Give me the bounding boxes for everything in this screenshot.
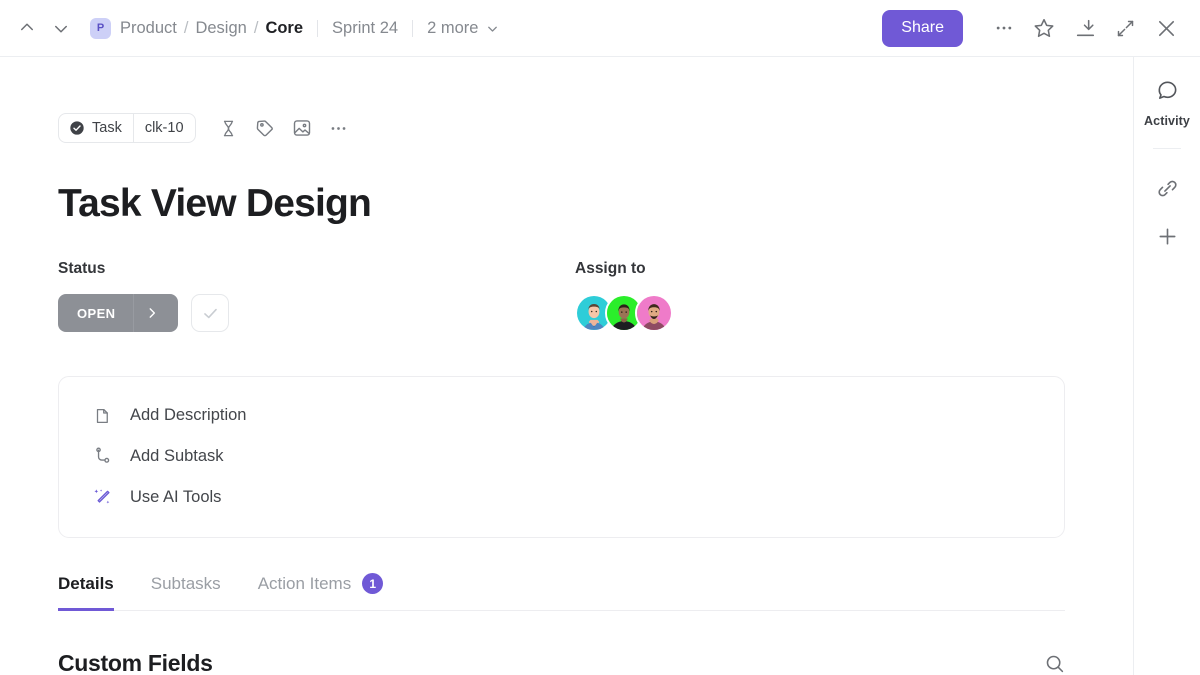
add-description-button[interactable]: Add Description	[92, 402, 1064, 429]
status-badge[interactable]: OPEN	[58, 294, 178, 332]
task-meta-row: Task clk-10	[58, 113, 1065, 143]
collapse-icon[interactable]	[1109, 12, 1142, 45]
check-circle-icon	[70, 121, 84, 135]
task-fields-row: Status OPEN Assign to	[58, 260, 1065, 332]
tab-action-items[interactable]: Action Items 1	[258, 573, 384, 611]
window-header: P Product / Design / Core Sprint 24 2 mo…	[0, 0, 1200, 57]
divider	[412, 19, 414, 37]
chevron-down-icon	[488, 26, 498, 32]
ai-wand-icon	[92, 488, 112, 507]
page-title[interactable]: Task View Design	[58, 182, 1065, 226]
sprint-label[interactable]: Sprint 24	[332, 19, 398, 38]
avatar[interactable]	[635, 294, 673, 332]
breadcrumb-separator: /	[183, 18, 189, 37]
more-options-icon[interactable]	[329, 119, 348, 138]
link-icon[interactable]	[1156, 171, 1179, 205]
plus-icon[interactable]	[1156, 219, 1179, 253]
add-subtask-label: Add Subtask	[130, 447, 224, 465]
breadcrumb-more-label: 2 more	[427, 18, 479, 37]
breadcrumb-separator: /	[253, 18, 259, 37]
task-detail-pane: Task clk-10 Task View Design Status OPEN…	[0, 57, 1133, 675]
hourglass-icon[interactable]	[219, 119, 238, 138]
document-icon	[92, 407, 112, 425]
subtask-icon	[92, 447, 112, 466]
tab-subtasks[interactable]: Subtasks	[151, 574, 221, 611]
record-navigation	[18, 19, 70, 37]
mark-complete-button[interactable]	[191, 294, 229, 332]
project-avatar[interactable]: P	[90, 17, 111, 39]
breadcrumb: P Product / Design / Core Sprint 24 2 mo…	[90, 17, 500, 39]
tab-subtasks-label: Subtasks	[150, 574, 221, 593]
tab-details[interactable]: Details	[58, 574, 114, 611]
task-id-label[interactable]: clk-10	[132, 114, 195, 142]
add-subtask-button[interactable]: Add Subtask	[92, 443, 1064, 470]
tab-details-label: Details	[58, 574, 114, 593]
window-body: Task clk-10 Task View Design Status OPEN…	[0, 57, 1200, 675]
status-controls: OPEN	[58, 294, 575, 332]
status-value: OPEN	[77, 305, 116, 321]
breadcrumb-item-design[interactable]: Design	[195, 19, 246, 38]
use-ai-tools-button[interactable]: Use AI Tools	[92, 484, 1064, 511]
check-icon	[203, 308, 217, 318]
search-icon[interactable]	[1044, 653, 1065, 674]
assign-to-label: Assign to	[575, 260, 646, 277]
add-description-label: Add Description	[130, 406, 247, 424]
more-options-icon[interactable]	[988, 12, 1020, 44]
breadcrumb-item-core[interactable]: Core	[265, 19, 303, 38]
right-sidebar: Activity	[1133, 57, 1200, 675]
chevron-up-icon[interactable]	[18, 19, 36, 37]
chevron-down-icon[interactable]	[52, 19, 70, 37]
custom-fields-title: Custom Fields	[58, 650, 213, 675]
tag-icon[interactable]	[255, 118, 275, 138]
image-icon[interactable]	[292, 118, 312, 138]
quick-actions-card: Add Description Add Subtask Use AI Tools	[58, 376, 1065, 538]
breadcrumb-item-product[interactable]: Product	[120, 19, 177, 38]
chevron-right-icon[interactable]	[133, 294, 170, 332]
task-type-button[interactable]: Task	[59, 114, 133, 142]
star-icon[interactable]	[1027, 11, 1061, 45]
download-icon[interactable]	[1068, 11, 1102, 45]
action-items-count-badge: 1	[362, 573, 384, 594]
close-icon[interactable]	[1149, 11, 1184, 46]
comment-icon	[1156, 79, 1179, 107]
detail-tabs: Details Subtasks Action Items 1	[58, 573, 1065, 611]
task-view-window: P Product / Design / Core Sprint 24 2 mo…	[0, 0, 1200, 675]
header-actions: Share	[882, 9, 1184, 47]
divider	[1153, 148, 1181, 149]
divider	[317, 19, 319, 37]
use-ai-tools-label: Use AI Tools	[130, 488, 222, 506]
sidebar-item-activity-label: Activity	[1144, 114, 1190, 128]
assignee-avatars	[575, 294, 673, 332]
assignee-field: Assign to	[575, 260, 673, 332]
task-type-label: Task	[92, 120, 122, 136]
share-button[interactable]: Share	[882, 9, 963, 47]
breadcrumb-more-toggle[interactable]: 2 more	[427, 19, 500, 38]
sidebar-item-activity[interactable]: Activity	[1144, 79, 1190, 128]
custom-fields-section: Custom Fields	[58, 650, 1065, 675]
task-meta-icons	[219, 118, 348, 138]
tab-action-items-label: Action Items	[257, 573, 352, 593]
status-field: Status OPEN	[58, 260, 575, 332]
status-label: Status	[58, 260, 106, 277]
task-type-pill[interactable]: Task clk-10	[58, 113, 196, 143]
